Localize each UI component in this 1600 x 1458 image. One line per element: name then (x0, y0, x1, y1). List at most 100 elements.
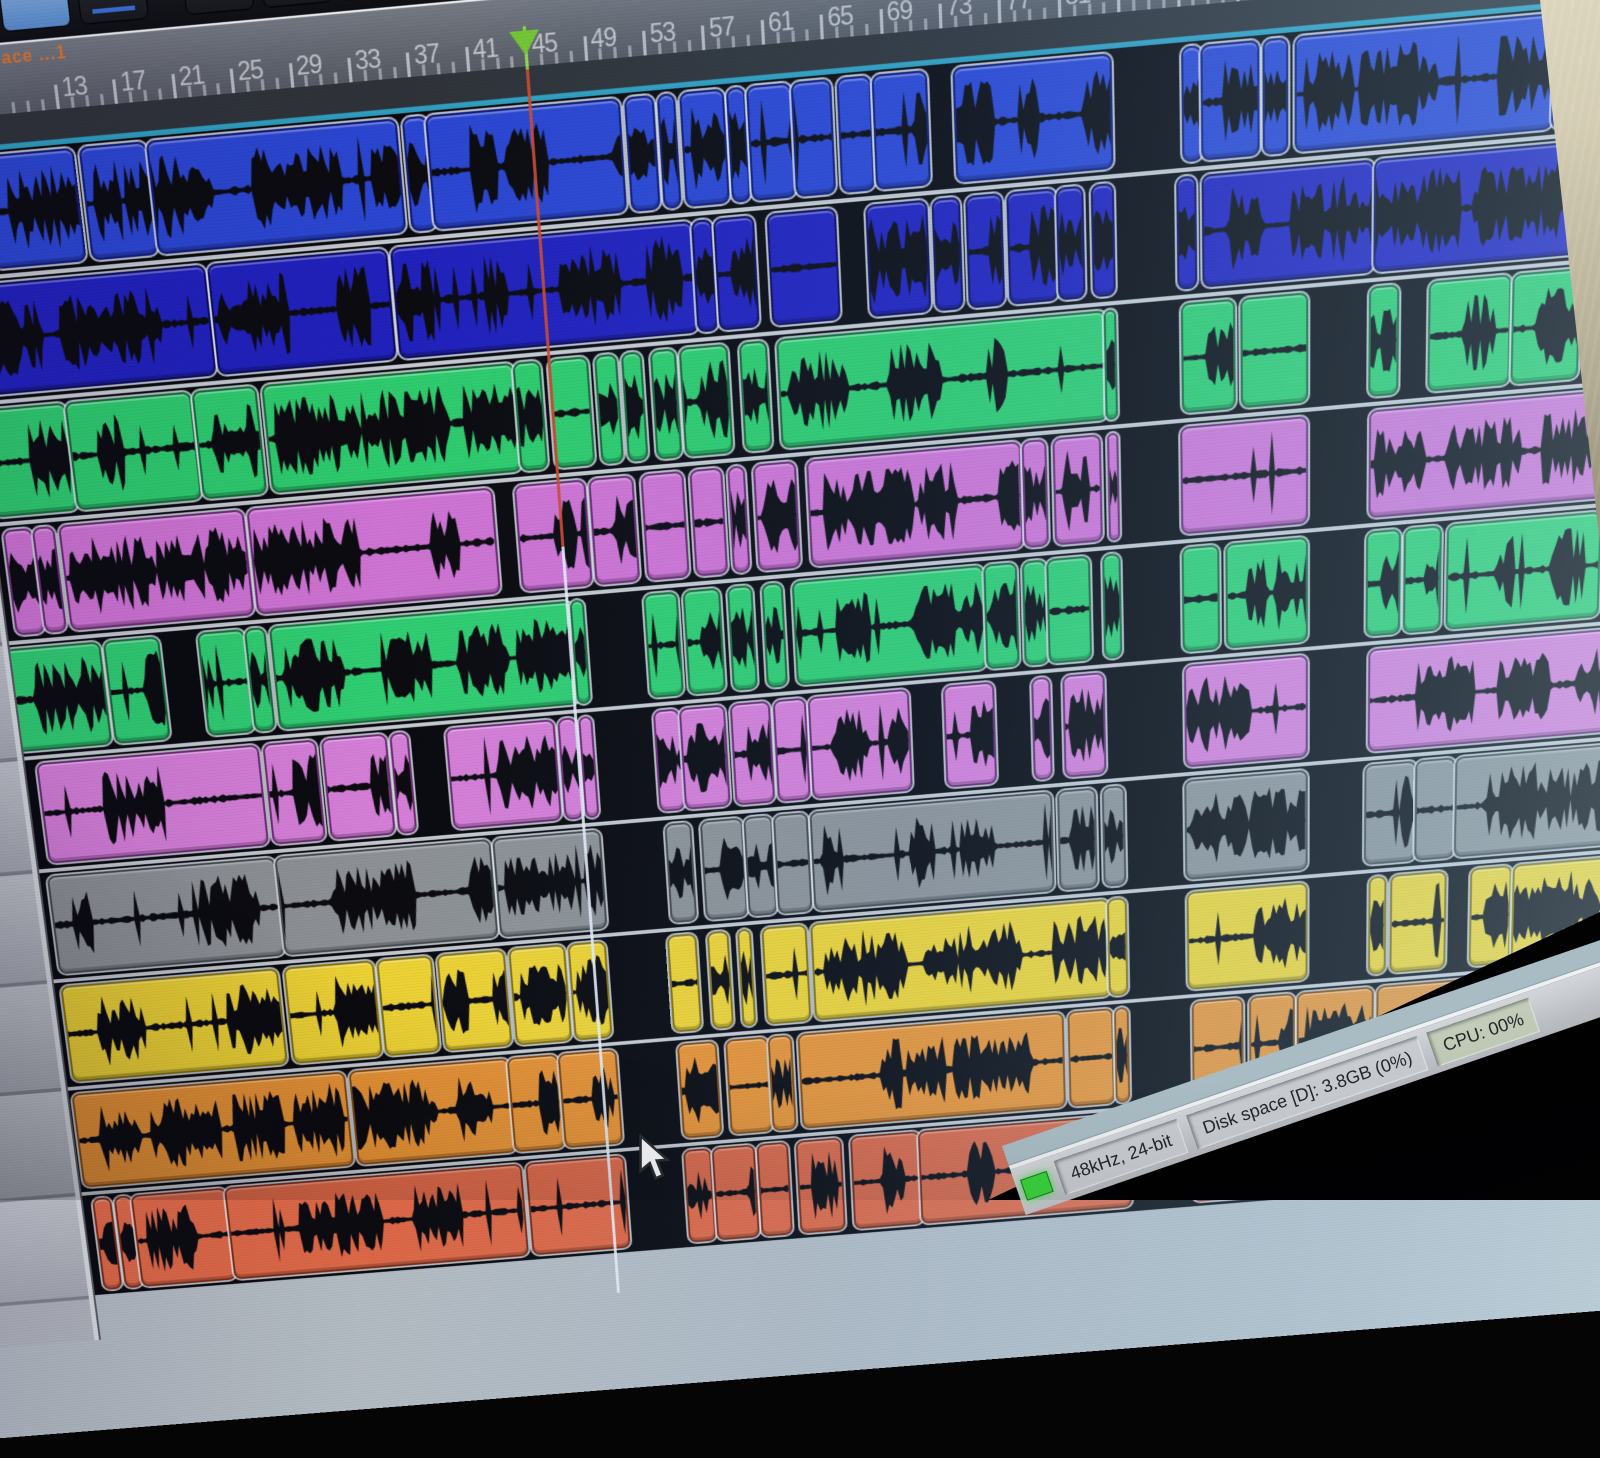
audio-clip[interactable] (1022, 439, 1049, 548)
audio-clip[interactable] (1180, 416, 1308, 535)
audio-clip[interactable] (798, 1012, 1066, 1129)
audio-clip[interactable] (1104, 309, 1118, 420)
audio-clip[interactable] (1225, 537, 1308, 649)
audio-clip[interactable] (224, 1164, 528, 1280)
audio-clip[interactable] (131, 1188, 237, 1287)
audio-clip[interactable] (1367, 623, 1600, 752)
audio-clip[interactable] (808, 689, 913, 799)
audio-clip[interactable] (1445, 1086, 1471, 1182)
audio-clip[interactable] (943, 682, 997, 788)
audio-clip[interactable] (349, 1058, 517, 1165)
audio-clip[interactable] (1262, 37, 1288, 155)
audio-clip[interactable] (1294, 13, 1555, 153)
audio-clip[interactable] (727, 585, 758, 691)
audio-clip[interactable] (650, 348, 682, 459)
audio-clip[interactable] (1052, 434, 1102, 545)
draw-pencil-tool-button[interactable]: ✎ (0, 0, 72, 32)
audio-clip[interactable] (866, 200, 932, 318)
audio-clip[interactable] (588, 475, 640, 585)
audio-clip[interactable] (1240, 292, 1308, 408)
audio-clip[interactable] (1102, 553, 1122, 659)
audio-clip[interactable] (1201, 40, 1260, 161)
audio-clip[interactable] (46, 857, 284, 974)
audio-clip[interactable] (1454, 739, 1600, 858)
audio-clip[interactable] (1374, 132, 1600, 272)
audio-clip[interactable] (275, 839, 499, 956)
audio-clip[interactable] (700, 818, 748, 921)
audio-clip[interactable] (727, 465, 750, 573)
audio-clip[interactable] (1414, 757, 1456, 861)
audio-clip[interactable] (1062, 672, 1106, 778)
audio-clip[interactable] (766, 208, 841, 326)
audio-clip[interactable] (594, 354, 623, 465)
audio-clip[interactable] (425, 98, 628, 230)
audio-clip[interactable] (507, 1054, 565, 1152)
audio-clip[interactable] (1107, 433, 1121, 541)
audio-clip[interactable] (1102, 785, 1126, 887)
audio-clip[interactable] (790, 79, 835, 198)
audio-clip[interactable] (624, 95, 660, 212)
audio-clip[interactable] (102, 636, 171, 744)
audio-clip[interactable] (679, 705, 730, 810)
audio-clip[interactable] (1583, 258, 1600, 378)
audio-clip[interactable] (983, 562, 1020, 669)
audio-clip[interactable] (436, 949, 513, 1051)
list-tool-button[interactable] (178, 0, 255, 15)
audio-clip[interactable] (36, 744, 269, 863)
audio-clip[interactable] (558, 1049, 623, 1148)
audio-clip[interactable] (776, 310, 1108, 449)
audio-clip[interactable] (1021, 559, 1049, 666)
audio-clip[interactable] (965, 193, 1005, 309)
audio-clip[interactable] (1187, 882, 1308, 990)
audio-clip[interactable] (849, 1131, 923, 1229)
audio-clip[interactable] (677, 1041, 723, 1139)
audio-clip[interactable] (795, 1137, 845, 1233)
audio-clip[interactable] (1056, 186, 1085, 301)
audio-clip[interactable] (1366, 529, 1402, 637)
audio-clip[interactable] (0, 265, 217, 398)
audio-clip[interactable] (641, 471, 690, 581)
audio-clip[interactable] (707, 931, 734, 1030)
audio-clip[interactable] (1368, 876, 1386, 975)
audio-clip[interactable] (725, 1037, 772, 1135)
audio-clip[interactable] (321, 734, 395, 840)
marker-m-tool-button[interactable]: M (256, 0, 332, 8)
audio-clip[interactable] (761, 582, 789, 688)
audio-clip[interactable] (509, 944, 572, 1045)
audio-clip[interactable] (931, 197, 964, 312)
track-control-panel[interactable] (0, 1196, 89, 1327)
audio-clip[interactable] (269, 601, 579, 730)
audio-clip[interactable] (657, 93, 682, 209)
audio-clip[interactable] (809, 791, 1054, 911)
audio-clip[interactable] (283, 960, 382, 1064)
block-tool-button[interactable] (335, 0, 411, 1)
audio-clip[interactable] (871, 70, 931, 190)
audio-clip[interactable] (79, 141, 159, 261)
audio-clip[interactable] (1471, 1078, 1566, 1179)
audio-clip[interactable] (679, 88, 730, 207)
audio-clip[interactable] (1182, 544, 1220, 652)
audio-clip[interactable] (683, 1148, 716, 1243)
audio-clip[interactable] (753, 461, 801, 571)
envelope-tool-button[interactable]: ◆ (72, 0, 150, 25)
audio-clip[interactable] (757, 1142, 793, 1237)
audio-clip[interactable] (1057, 788, 1098, 891)
audio-clip[interactable] (207, 248, 397, 375)
audio-clip[interactable] (743, 815, 777, 917)
audio-clip[interactable] (1469, 865, 1512, 967)
audio-clip[interactable] (761, 924, 811, 1025)
audio-clip[interactable] (737, 929, 756, 1027)
audio-clip[interactable] (1006, 188, 1058, 305)
audio-clip[interactable] (1181, 45, 1203, 163)
audio-clip[interactable] (712, 1144, 760, 1240)
audio-clip[interactable] (1184, 655, 1308, 768)
audio-clip[interactable] (768, 1035, 796, 1132)
audio-clip[interactable] (1445, 511, 1600, 630)
audio-clip[interactable] (247, 488, 501, 615)
audio-clip[interactable] (746, 82, 796, 201)
audio-clip[interactable] (1185, 770, 1308, 880)
audio-clip[interactable] (4, 641, 112, 752)
audio-clip[interactable] (1403, 1088, 1446, 1185)
audio-clip[interactable] (806, 441, 1023, 566)
audio-clip[interactable] (773, 812, 813, 914)
